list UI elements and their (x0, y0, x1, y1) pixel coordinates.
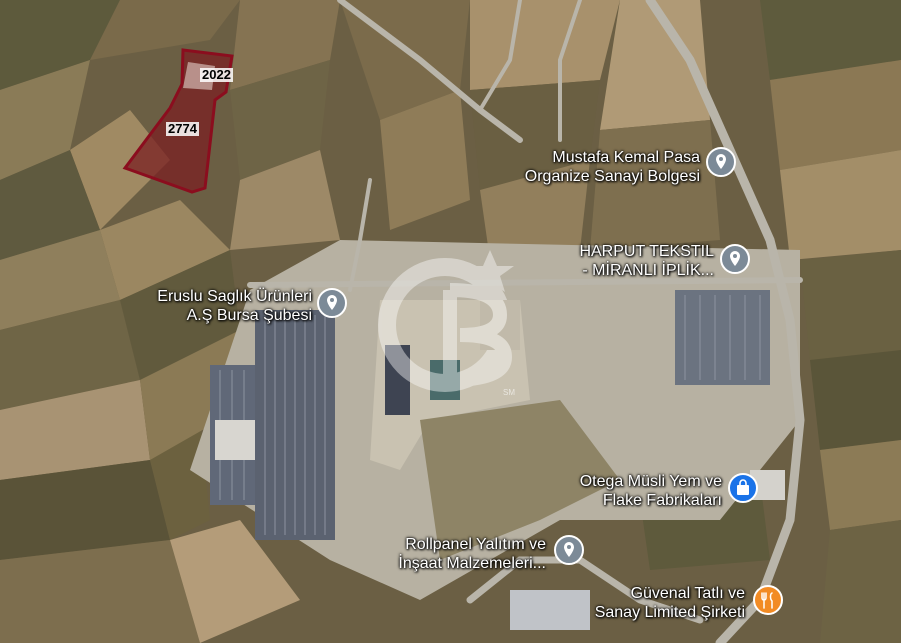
location-pin-icon[interactable] (706, 147, 736, 177)
location-pin-icon[interactable] (317, 288, 347, 318)
poi-harput-tekstil[interactable]: HARPUT TEKSTIL - MİRANLI İPLİK... (500, 242, 714, 280)
poi-name-line1: Rollpanel Yalıtım ve (405, 536, 546, 553)
poi-guvenal-tatli[interactable]: Güvenal Tatlı ve Sanay Limited Şirketi (540, 584, 745, 622)
poi-rollpanel[interactable]: Rollpanel Yalıtım ve İnşaat Malzemeleri.… (330, 535, 546, 573)
poi-name-line2: Organize Sanayi Bolgesi (524, 168, 700, 185)
poi-name-line1: HARPUT TEKSTIL (579, 243, 714, 260)
poi-name-line2: - MİRANLI İPLİK... (582, 262, 714, 279)
location-pin-icon[interactable] (720, 244, 750, 274)
poi-name-line1: Güvenal Tatlı ve (630, 585, 745, 602)
location-pin-icon[interactable] (554, 535, 584, 565)
poi-name-line1: Mustafa Kemal Pasa (552, 149, 700, 166)
poi-name-line2: İnşaat Malzemeleri... (398, 555, 546, 572)
shopping-bag-icon[interactable] (728, 473, 758, 503)
poi-otega-musli[interactable]: Otega Müsli Yem ve Flake Fabrikaları (500, 472, 722, 510)
parcel-label: 2022 (200, 67, 233, 82)
poi-mustafa-kemal-pasa-osb[interactable]: Mustafa Kemal Pasa Organize Sanayi Bolge… (470, 148, 700, 186)
poi-name-line2: Sanay Limited Şirketi (594, 604, 745, 621)
poi-name-line2: Flake Fabrikaları (602, 492, 722, 509)
poi-name-line1: Otega Müsli Yem ve (579, 473, 722, 490)
parcel-label: 2774 (166, 121, 199, 136)
restaurant-icon[interactable] (753, 585, 783, 615)
poi-eruslu-saglik[interactable]: Eruslu Saglık Ürünleri A.Ş Bursa Şubesi (90, 287, 312, 325)
poi-name-line1: Eruslu Saglık Ürünleri (157, 288, 312, 305)
watermark-tag: SM (503, 388, 515, 397)
poi-name-line2: A.Ş Bursa Şubesi (186, 307, 312, 324)
